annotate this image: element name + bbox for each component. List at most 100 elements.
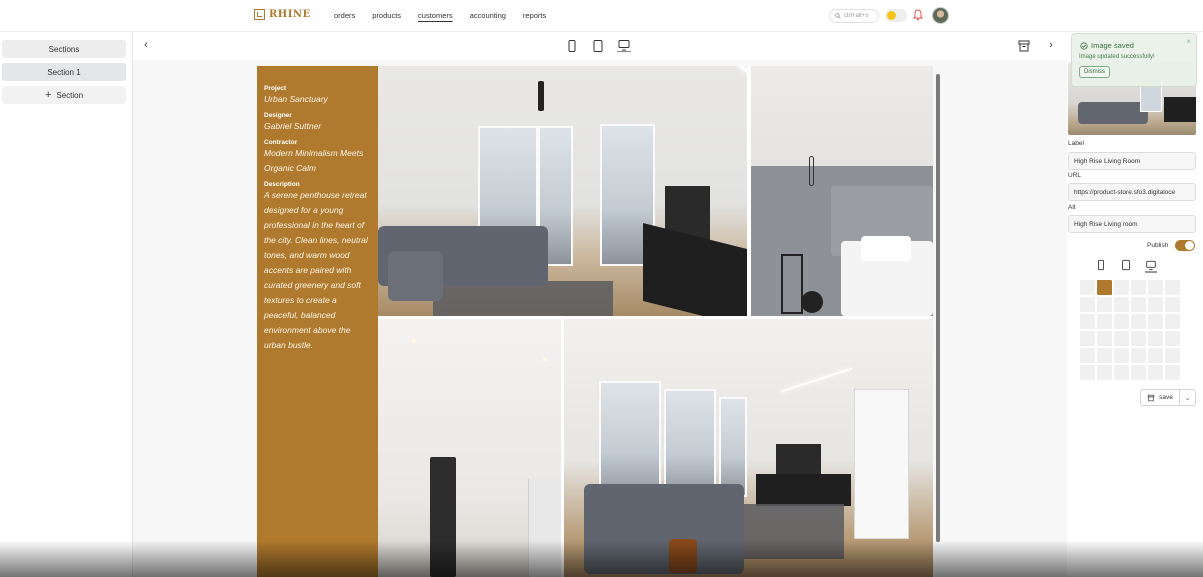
- grid-cell[interactable]: [1131, 297, 1146, 312]
- mobile-view-icon[interactable]: [565, 39, 579, 53]
- grid-cell[interactable]: [1148, 280, 1163, 295]
- sun-icon: [887, 11, 896, 20]
- bedroom-photo[interactable]: [751, 66, 933, 316]
- toast-title: Image saved: [1080, 41, 1134, 50]
- grid-cell[interactable]: [1165, 280, 1180, 295]
- grid-cell[interactable]: [1097, 331, 1112, 346]
- grid-cell[interactable]: [1080, 297, 1095, 312]
- chevron-right-icon[interactable]: ›: [1044, 38, 1058, 52]
- bell-icon[interactable]: [913, 9, 923, 21]
- logo-icon: [254, 9, 265, 20]
- nav-item-products[interactable]: products: [372, 11, 401, 20]
- grid-cell[interactable]: [1114, 348, 1129, 363]
- toggle-knob: [1185, 241, 1194, 250]
- decor-vase: [669, 539, 697, 573]
- url-input[interactable]: https://product-store.sfo3.digitaloce: [1068, 183, 1196, 201]
- floor-lantern: [781, 254, 803, 314]
- archive-icon[interactable]: [1017, 39, 1031, 53]
- grid-cell[interactable]: [1165, 314, 1180, 329]
- grid-cell[interactable]: [1080, 348, 1095, 363]
- section-1-item[interactable]: Section 1: [2, 63, 126, 81]
- designer-value: Gabriel Suttner: [264, 121, 322, 131]
- scrollbar-thumb[interactable]: [936, 74, 940, 542]
- nav-item-orders[interactable]: orders: [334, 11, 355, 20]
- sections-header-button[interactable]: Sections: [2, 40, 126, 58]
- grid-cell[interactable]: [1148, 365, 1163, 380]
- grid-cell[interactable]: [1097, 348, 1112, 363]
- grid-cell[interactable]: [1148, 314, 1163, 329]
- contractor-label: Contractor: [264, 139, 298, 146]
- chevron-left-icon[interactable]: ‹: [139, 38, 153, 52]
- tablet-layout-icon[interactable]: [1120, 259, 1132, 271]
- nav-item-accounting[interactable]: accounting: [470, 11, 506, 20]
- grid-cell[interactable]: [1148, 348, 1163, 363]
- brand-name: RHINE: [269, 9, 311, 20]
- window: [599, 381, 661, 501]
- avatar[interactable]: [932, 7, 949, 24]
- search-icon: [835, 13, 841, 19]
- alt-input[interactable]: High Rise Living room: [1068, 215, 1196, 233]
- grid-cell[interactable]: [1080, 280, 1095, 295]
- grid-cell[interactable]: [1165, 331, 1180, 346]
- toast-title-text: Image saved: [1091, 41, 1134, 50]
- nav-item-customers[interactable]: customers: [418, 11, 453, 20]
- grid-cell[interactable]: [1148, 331, 1163, 346]
- toast-notification: Image saved Image updated successfully! …: [1071, 33, 1197, 87]
- grid-cell[interactable]: [1097, 280, 1112, 295]
- pillow: [861, 236, 911, 261]
- add-section-button[interactable]: + Section: [2, 86, 126, 104]
- layout-grid[interactable]: [1080, 280, 1180, 380]
- alt-field-title: Alt: [1068, 204, 1076, 211]
- range-hood: [430, 457, 456, 577]
- search-button[interactable]: ctrl+alt+s: [829, 9, 879, 23]
- rug: [433, 281, 613, 316]
- living-room-wide-photo[interactable]: [564, 319, 933, 577]
- grid-cell[interactable]: [1097, 297, 1112, 312]
- image-editor-panel: Label High Rise Living Room URL https://…: [1067, 32, 1203, 577]
- grid-cell[interactable]: [1165, 297, 1180, 312]
- tablet-view-icon[interactable]: [591, 39, 605, 53]
- chevron-down-icon[interactable]: ⌄: [1180, 394, 1195, 402]
- mobile-layout-icon[interactable]: [1095, 259, 1107, 271]
- publish-toggle[interactable]: [1175, 240, 1195, 251]
- publish-label: Publish: [1147, 242, 1169, 249]
- close-icon[interactable]: ×: [1186, 37, 1191, 46]
- grid-cell[interactable]: [1080, 314, 1095, 329]
- kitchen-photo[interactable]: [378, 319, 561, 577]
- search-shortcut: ctrl+alt+s: [844, 13, 869, 19]
- grid-cell[interactable]: [1131, 365, 1146, 380]
- grid-cell[interactable]: [1097, 365, 1112, 380]
- grid-cell[interactable]: [1131, 348, 1146, 363]
- grid-cell[interactable]: [1114, 365, 1129, 380]
- brand-logo[interactable]: RHINE: [254, 9, 311, 20]
- grid-cell[interactable]: [1131, 314, 1146, 329]
- theme-toggle[interactable]: [885, 9, 907, 22]
- grid-cell[interactable]: [1080, 365, 1095, 380]
- save-button[interactable]: save ⌄: [1140, 389, 1196, 406]
- grid-cell[interactable]: [1114, 314, 1129, 329]
- sofa: [584, 484, 744, 574]
- grid-cell[interactable]: [1097, 314, 1112, 329]
- add-section-label: Section: [56, 90, 84, 100]
- grid-cell[interactable]: [1131, 331, 1146, 346]
- grid-cell[interactable]: [1114, 297, 1129, 312]
- save-main[interactable]: save: [1141, 390, 1180, 405]
- grid-cell[interactable]: [1080, 331, 1095, 346]
- grid-cell[interactable]: [1131, 280, 1146, 295]
- project-value: Urban Sanctuary: [264, 94, 328, 104]
- grid-cell[interactable]: [1165, 348, 1180, 363]
- grid-cell[interactable]: [1148, 297, 1163, 312]
- project-info-panel[interactable]: Project Urban Sanctuary Designer Gabriel…: [257, 66, 378, 577]
- dismiss-button[interactable]: Dismiss: [1079, 66, 1110, 78]
- ceiling-light-line: [738, 66, 747, 134]
- desktop-view-icon[interactable]: [617, 38, 631, 52]
- label-input[interactable]: High Rise Living Room: [1068, 152, 1196, 170]
- save-label: save: [1159, 394, 1173, 401]
- cabinet-wall: [528, 479, 561, 577]
- living-room-photo[interactable]: [378, 66, 747, 316]
- grid-cell[interactable]: [1165, 365, 1180, 380]
- nav-item-reports[interactable]: reports: [523, 11, 546, 20]
- grid-cell[interactable]: [1114, 331, 1129, 346]
- grid-cell[interactable]: [1114, 280, 1129, 295]
- desktop-layout-icon[interactable]: [1145, 259, 1157, 273]
